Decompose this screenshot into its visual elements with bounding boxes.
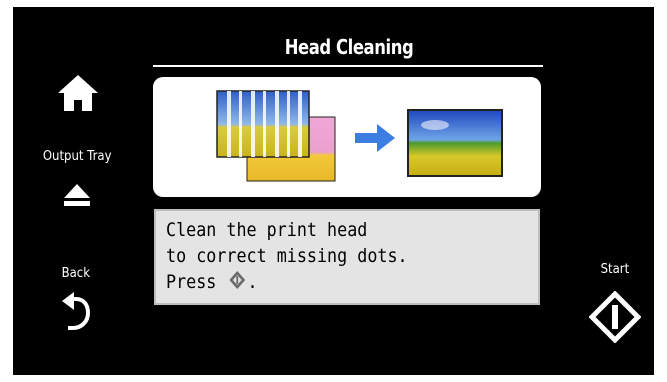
message-period: . [247,271,258,293]
streaked-print-icon [213,87,345,193]
message-line-1: Clean the print head [166,219,368,241]
output-tray-label: Output Tray [42,149,112,164]
start-diamond-icon [589,291,641,343]
home-button[interactable] [43,73,113,117]
right-arrow-icon [353,122,397,158]
message-press-text: Press [166,271,217,293]
title-divider [153,65,543,67]
back-label: Back [61,266,91,281]
output-tray-button[interactable]: Output Tray [13,149,141,227]
head-cleaning-illustration [153,77,541,197]
back-button[interactable]: Back [41,266,111,348]
clean-print-icon [405,107,505,183]
instruction-message: Clean the print head to correct missing … [154,209,540,305]
eject-icon [62,182,92,208]
message-line-2: to correct missing dots. [166,245,408,267]
start-button[interactable]: Start [579,262,651,352]
printer-panel-screen: Head Cleaning Output Tray Back Start Cle… [13,7,654,375]
home-icon [56,73,100,113]
start-label: Start [600,262,630,277]
message-line-3: Press . [166,269,485,297]
page-title: Head Cleaning [284,35,414,59]
back-arrow-icon [60,291,92,331]
start-diamond-icon [228,270,246,297]
